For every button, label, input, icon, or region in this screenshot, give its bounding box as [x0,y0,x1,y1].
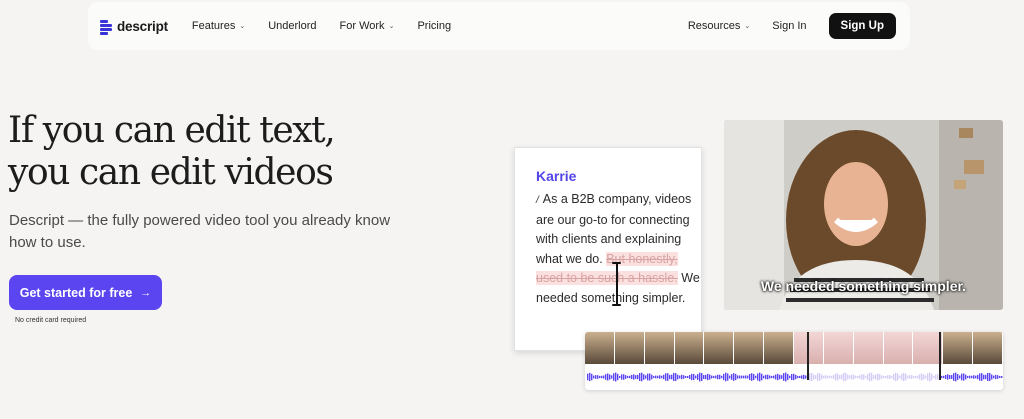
video-preview[interactable]: We needed something simpler. [724,120,1003,310]
nav-features[interactable]: Features ⌄ [192,20,245,32]
arrow-right-icon: → [140,286,152,299]
headline-line-1: If you can edit text, [8,110,336,151]
nav-for-work-label: For Work [339,20,385,32]
text-cursor-icon [612,262,621,306]
brand-logo[interactable]: descript [100,18,168,35]
sign-up-button[interactable]: Sign Up [828,13,896,39]
nav-resources[interactable]: Resources ⌄ [688,20,750,32]
nav-pricing[interactable]: Pricing [417,20,451,32]
nav-underlord[interactable]: Underlord [268,20,316,32]
brand-name: descript [117,18,168,34]
cut-marker-end[interactable] [939,332,941,380]
transcript-card: Karrie / As a B2B company, videos are our… [514,147,702,351]
nav-for-work[interactable]: For Work ⌄ [340,20,395,32]
top-nav: descript Features ⌄ Underlord For Work ⌄… [88,2,910,50]
speaker-name: Karrie [536,168,577,184]
headline-line-2: you can edit videos [8,152,334,193]
hero-subtext: Descript — the fully powered video tool … [9,212,391,251]
edit-marker-icon: / [536,195,539,206]
nav-resources-label: Resources [687,20,741,32]
get-started-button[interactable]: Get started for free → [9,275,162,310]
cut-marker-start[interactable] [807,332,809,380]
timeline-strip[interactable] [585,332,1003,390]
no-credit-card-note: No credit card required [15,317,87,324]
chevron-down-icon: ⌄ [239,23,246,30]
cta-label: Get started for free [19,285,133,300]
sign-in-link[interactable]: Sign In [772,20,806,32]
descript-logo-icon [100,19,112,35]
nav-features-label: Features [191,20,236,32]
chevron-down-icon: ⌄ [744,23,751,30]
nav-pricing-label: Pricing [417,20,452,32]
hero-headline: If you can edit text, you can edit video… [8,110,336,194]
chevron-down-icon: ⌄ [388,23,395,30]
video-caption: We needed something simpler. [760,278,967,294]
nav-underlord-label: Underlord [268,20,317,32]
